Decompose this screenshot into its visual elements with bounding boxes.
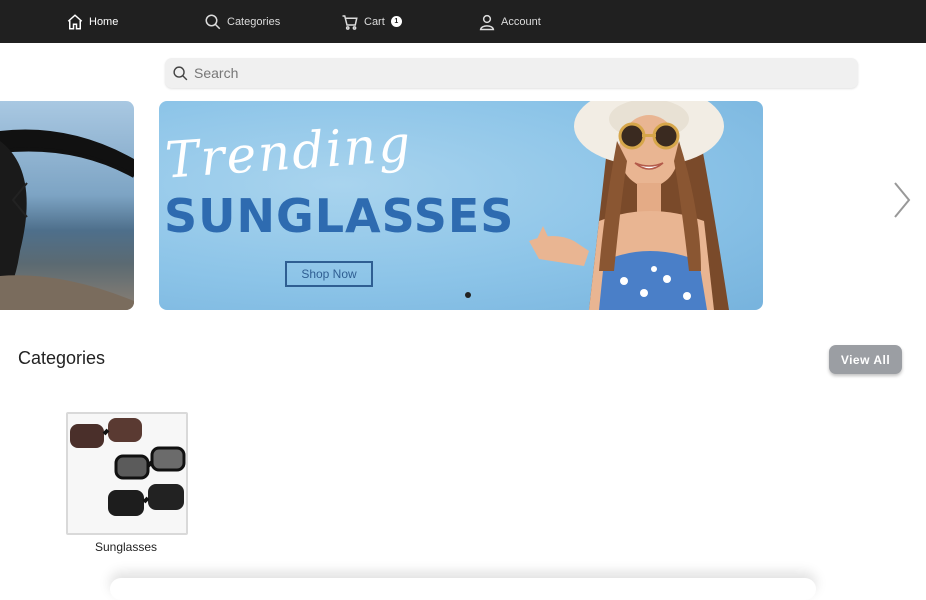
account-icon	[479, 14, 495, 30]
category-card-sunglasses[interactable]: Sunglasses	[66, 412, 188, 557]
carousel-indicator-dot[interactable]	[465, 292, 471, 298]
banner-headline: SUNGLASSES	[164, 189, 515, 243]
cart-icon	[342, 14, 358, 30]
bottom-panel-edge	[110, 578, 816, 600]
search-bar	[165, 58, 858, 88]
nav-cart-label: Cart	[364, 15, 385, 28]
shop-now-button[interactable]: Shop Now	[285, 261, 373, 287]
view-all-button[interactable]: View All	[829, 345, 902, 374]
model-photo	[529, 101, 729, 310]
carousel-next-arrow-icon[interactable]	[891, 180, 913, 220]
categories-section-title: Categories	[18, 348, 106, 368]
nav-categories[interactable]: Categories	[204, 0, 280, 43]
nav-categories-label: Categories	[227, 15, 281, 28]
cart-count-badge: 1	[390, 16, 402, 27]
home-icon	[67, 13, 83, 29]
sunglasses-product-image	[70, 418, 186, 516]
search-icon	[173, 65, 188, 80]
carousel-prev-arrow-icon[interactable]	[9, 180, 31, 220]
nav-home-label: Home	[89, 15, 119, 28]
search-icon	[205, 14, 221, 29]
nav-cart[interactable]: Cart 1	[341, 0, 402, 43]
search-input[interactable]	[192, 58, 858, 88]
category-label: Sunglasses	[94, 540, 158, 554]
nav-home[interactable]: Home	[66, 0, 118, 43]
category-thumbnail	[66, 412, 188, 535]
carousel-slide-current[interactable]: Trending SUNGLASSES Shop Now	[159, 101, 763, 310]
nav-account[interactable]: Account	[478, 0, 541, 43]
nav-account-label: Account	[501, 15, 541, 28]
top-navigation: Home Categories Cart 1 Account	[0, 0, 926, 43]
banner-script-text: Trending	[163, 114, 414, 190]
